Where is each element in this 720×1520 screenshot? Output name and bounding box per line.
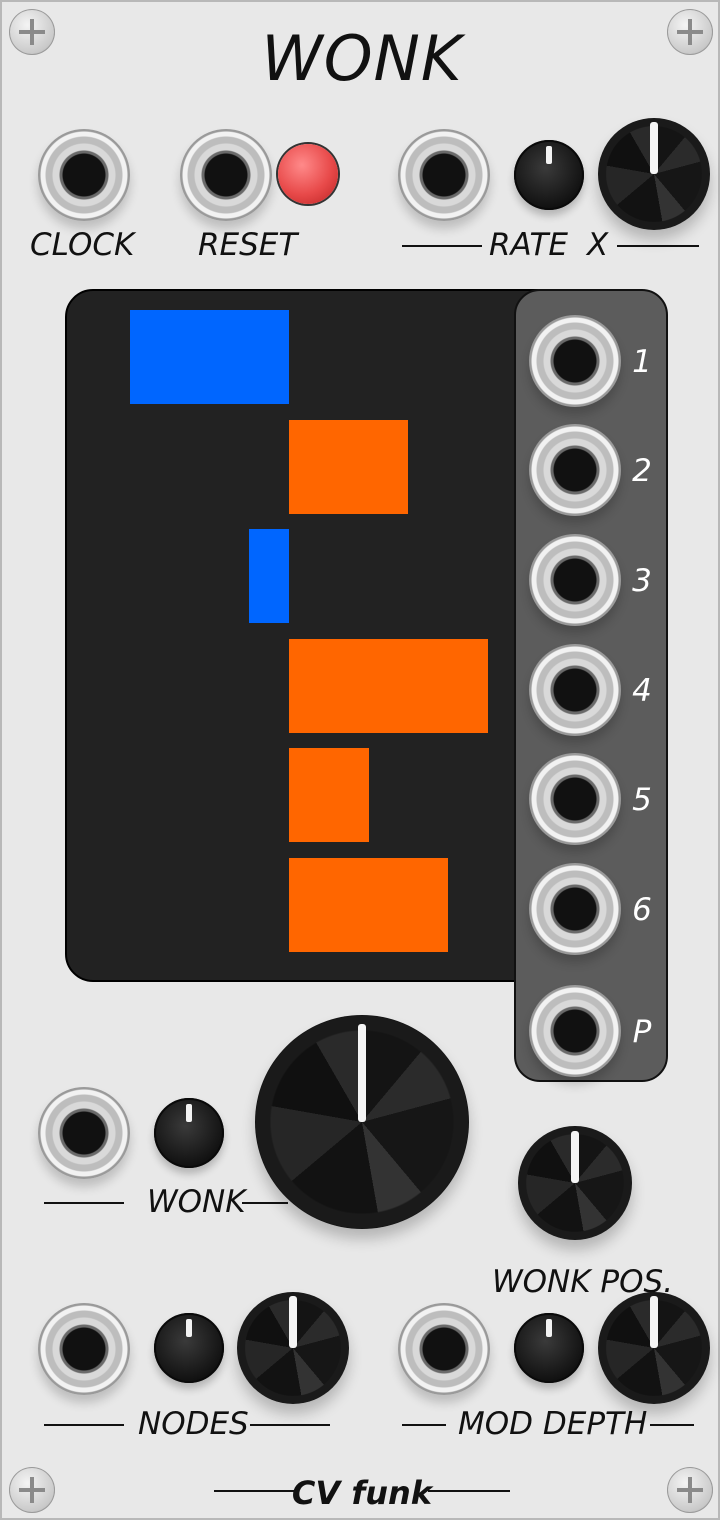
nodes-attenuator-knob[interactable]	[154, 1313, 224, 1383]
node-bar-1	[129, 310, 289, 404]
rate-left-rule	[402, 245, 482, 247]
rate-attenuator-knob[interactable]	[514, 140, 584, 210]
output-2-label: 2	[632, 453, 652, 489]
node-bar-5	[289, 748, 369, 843]
wonk-attenuator-knob[interactable]	[154, 1098, 224, 1168]
module-panel: WONK CLOCK RESET RATE X 1 2 3 4 5 6 P WO…	[0, 0, 720, 1520]
output-6-jack[interactable]	[529, 863, 621, 955]
rate-knob[interactable]	[598, 118, 710, 230]
output-5-jack[interactable]	[529, 753, 621, 845]
node-display	[65, 289, 565, 982]
rate-label: RATE	[489, 227, 569, 263]
output-5-label: 5	[632, 782, 652, 818]
output-3-jack[interactable]	[529, 534, 621, 626]
node-bar-4	[289, 638, 488, 733]
mod-depth-attenuator-knob[interactable]	[514, 1313, 584, 1383]
rate-x-label: X	[587, 227, 609, 263]
nodes-left-rule	[44, 1424, 124, 1426]
mod-depth-knob[interactable]	[598, 1292, 710, 1404]
nodes-right-rule	[250, 1424, 330, 1426]
output-2-jack[interactable]	[529, 424, 621, 516]
output-6-label: 6	[632, 892, 652, 928]
output-4-label: 4	[632, 673, 652, 709]
node-bar-3	[249, 529, 289, 624]
node-bar-6	[289, 858, 449, 952]
mod-depth-left-rule	[402, 1424, 446, 1426]
wonk-knob[interactable]	[255, 1015, 469, 1229]
wonk-right-rule	[242, 1202, 288, 1204]
rate-cv-input-jack[interactable]	[398, 129, 490, 221]
output-p-label: P	[632, 1014, 652, 1050]
mod-depth-right-rule	[650, 1424, 694, 1426]
node-bar-2	[289, 419, 409, 514]
mod-depth-cv-input-jack[interactable]	[398, 1303, 490, 1395]
brand-right-rule	[428, 1490, 510, 1492]
output-1-jack[interactable]	[529, 315, 621, 407]
nodes-cv-input-jack[interactable]	[38, 1303, 130, 1395]
nodes-knob[interactable]	[237, 1292, 349, 1404]
wonk-cv-input-jack[interactable]	[38, 1087, 130, 1179]
output-p-jack[interactable]	[529, 985, 621, 1077]
clock-label: CLOCK	[30, 227, 135, 263]
wonk-left-rule	[44, 1202, 124, 1204]
wonk-label: WONK	[147, 1184, 246, 1220]
nodes-label: NODES	[138, 1406, 249, 1442]
module-title: WONK	[261, 22, 463, 95]
reset-input-jack[interactable]	[180, 129, 272, 221]
output-1-label: 1	[632, 344, 652, 380]
mod-depth-label: MOD DEPTH	[458, 1406, 648, 1442]
brand-label: CV funk	[291, 1474, 433, 1512]
clock-input-jack[interactable]	[38, 129, 130, 221]
wonk-position-knob[interactable]	[518, 1126, 632, 1240]
output-4-jack[interactable]	[529, 644, 621, 736]
reset-led	[278, 144, 338, 204]
reset-label: RESET	[198, 227, 298, 263]
rate-right-rule	[617, 245, 699, 247]
output-3-label: 3	[632, 563, 652, 599]
